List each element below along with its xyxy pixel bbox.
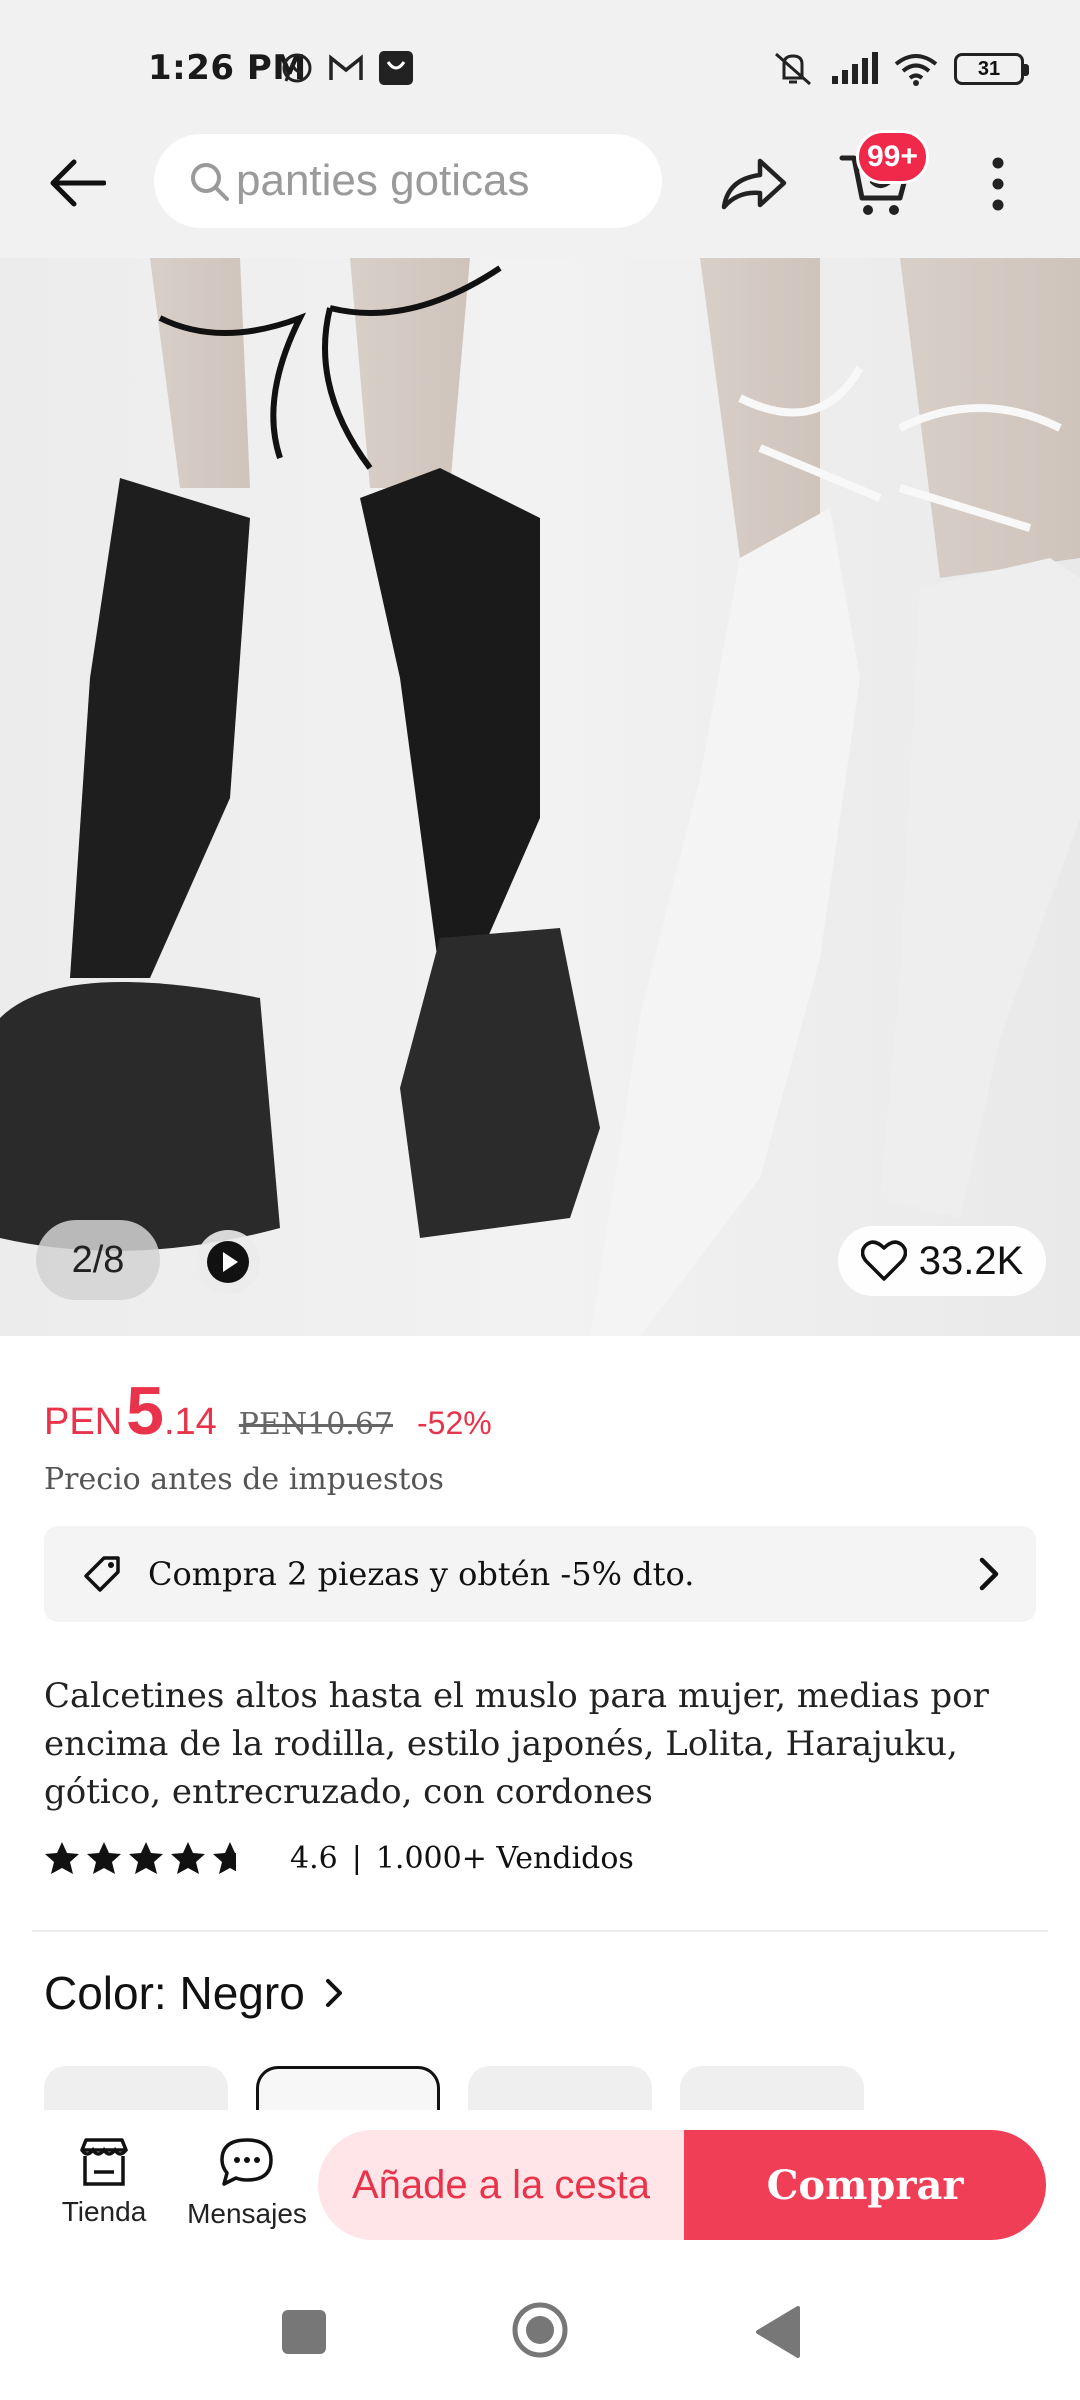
color-swatch[interactable] bbox=[44, 2066, 228, 2110]
product-image-gallery[interactable]: 2/8 33.2K bbox=[0, 258, 1080, 1336]
system-status-icons: 31 bbox=[772, 50, 1029, 88]
gmail-icon bbox=[329, 54, 363, 80]
more-options-button[interactable] bbox=[968, 148, 1028, 220]
half-star-icon bbox=[213, 1842, 236, 1874]
star-icon bbox=[171, 1842, 205, 1874]
more-vertical-icon bbox=[992, 157, 1004, 211]
price-row: PEN 5 .14 PEN10.67 -52% bbox=[44, 1372, 492, 1449]
color-swatch[interactable] bbox=[468, 2066, 652, 2110]
divider bbox=[32, 1930, 1048, 1932]
whatsapp-icon bbox=[282, 53, 312, 83]
share-button[interactable] bbox=[718, 148, 790, 220]
share-icon bbox=[721, 158, 787, 210]
battery-indicator: 31 bbox=[954, 53, 1029, 85]
color-selector[interactable]: Color: Negro bbox=[44, 1966, 343, 2020]
play-video-button[interactable] bbox=[196, 1230, 260, 1294]
search-input[interactable]: panties goticas bbox=[154, 134, 662, 228]
promo-text: Compra 2 piezas y obtén -5% dto. bbox=[148, 1555, 695, 1593]
color-swatch-selected[interactable] bbox=[256, 2066, 440, 2110]
product-photo bbox=[0, 258, 1080, 1336]
store-icon bbox=[80, 2138, 128, 2186]
rating-separator: | bbox=[351, 1840, 362, 1876]
chevron-right-icon bbox=[979, 1557, 999, 1591]
wishlist-count: 33.2K bbox=[918, 1238, 1024, 1283]
heart-icon bbox=[860, 1240, 907, 1281]
search-icon bbox=[191, 163, 229, 201]
buy-now-button[interactable]: Comprar bbox=[684, 2130, 1046, 2240]
cart-count-badge: 99+ bbox=[856, 130, 929, 184]
mute-icon bbox=[775, 52, 811, 86]
wishlist-button[interactable]: 33.2K bbox=[838, 1226, 1046, 1296]
store-label: Tienda bbox=[61, 2196, 147, 2227]
search-query: panties goticas bbox=[236, 156, 530, 205]
back-triangle-button[interactable] bbox=[752, 2304, 804, 2360]
recents-button[interactable] bbox=[282, 2310, 326, 2354]
status-bar: 1:26 PM 31 bbox=[0, 0, 1080, 130]
price-integer: 5 bbox=[126, 1373, 164, 1449]
signal-icon bbox=[832, 52, 878, 84]
chat-bubble-icon bbox=[220, 2138, 273, 2186]
wifi-icon bbox=[894, 54, 938, 86]
play-icon bbox=[207, 1241, 249, 1283]
star-icon bbox=[129, 1842, 163, 1874]
rating-row[interactable]: 4.6 | 1.000+ Vendidos bbox=[44, 1840, 634, 1876]
product-title: Calcetines altos hasta el muslo para muj… bbox=[44, 1676, 989, 1812]
messages-button[interactable]: Mensajes bbox=[184, 2136, 310, 2230]
system-navigation-bar bbox=[0, 2264, 1080, 2400]
chevron-right-icon bbox=[325, 1979, 342, 2007]
store-button[interactable]: Tienda bbox=[56, 2136, 152, 2228]
back-button[interactable] bbox=[42, 148, 112, 218]
image-counter: 2/8 bbox=[36, 1220, 160, 1300]
home-button[interactable] bbox=[510, 2300, 570, 2360]
arrow-left-icon bbox=[50, 159, 106, 207]
star-icon bbox=[87, 1842, 121, 1874]
color-swatch[interactable] bbox=[680, 2066, 864, 2110]
top-header: panties goticas 99+ bbox=[0, 130, 1080, 258]
price-decimal: .14 bbox=[163, 1401, 217, 1443]
color-swatches bbox=[44, 2066, 864, 2110]
rating-value: 4.6 bbox=[290, 1840, 338, 1876]
messages-label: Mensajes bbox=[187, 2198, 307, 2229]
rating-stars bbox=[44, 1840, 248, 1876]
add-to-cart-button[interactable]: Añade a la cesta bbox=[318, 2130, 684, 2240]
sold-count: 1.000+ Vendidos bbox=[375, 1840, 634, 1876]
tax-note: Precio antes de impuestos bbox=[44, 1462, 444, 1497]
notification-icons bbox=[280, 50, 414, 86]
shop-app-icon bbox=[379, 51, 413, 85]
star-icon bbox=[45, 1842, 79, 1874]
discount-badge: -52% bbox=[417, 1405, 492, 1441]
original-price: PEN10.67 bbox=[238, 1407, 394, 1442]
promo-banner[interactable]: Compra 2 piezas y obtén -5% dto. bbox=[44, 1526, 1036, 1622]
price-currency: PEN bbox=[44, 1401, 123, 1443]
color-label: Color: Negro bbox=[44, 1967, 305, 2019]
bottom-action-bar: Tienda Mensajes Añade a la cesta Comprar bbox=[0, 2110, 1080, 2264]
tag-icon bbox=[84, 1556, 120, 1592]
